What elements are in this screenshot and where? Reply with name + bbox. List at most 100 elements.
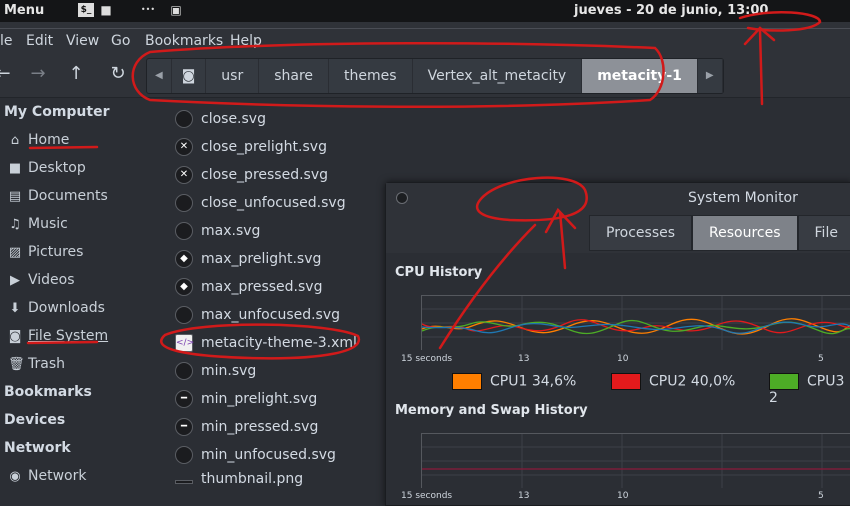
file-item[interactable]: ━ min_pressed.svg bbox=[175, 415, 318, 439]
max-file-icon: ◆ bbox=[175, 250, 193, 268]
file-name: close_prelight.svg bbox=[201, 139, 327, 155]
axis-label-10: 10 bbox=[617, 491, 629, 501]
cpu1-legend: CPU1 34,6% bbox=[452, 373, 576, 390]
memory-graph-svg bbox=[422, 434, 850, 488]
sidebar-item-trash[interactable]: 🗑 Trash bbox=[8, 356, 65, 372]
tab-resources[interactable]: Resources bbox=[692, 215, 798, 251]
file-item[interactable]: ✕ close_prelight.svg bbox=[175, 135, 327, 159]
cpu-history-title: CPU History bbox=[395, 265, 483, 280]
videos-icon: ▶ bbox=[10, 273, 20, 288]
cpu2-legend: CPU2 40,0% bbox=[611, 373, 735, 390]
breadcrumb-vertex[interactable]: Vertex_alt_metacity bbox=[413, 59, 583, 93]
breadcrumb-metacity[interactable]: metacity-1 bbox=[582, 59, 698, 93]
cpu1-color-swatch[interactable] bbox=[452, 373, 482, 390]
breadcrumb-left-arrow[interactable]: ◀ bbox=[147, 59, 172, 93]
cpu1-label: CPU1 34,6% bbox=[490, 373, 577, 390]
back-icon[interactable]: ← bbox=[0, 63, 14, 85]
terminal-icon[interactable]: $_ bbox=[78, 3, 94, 17]
system-monitor-window: System Monitor Processes Resources File … bbox=[385, 182, 850, 506]
close-file-icon: ✕ bbox=[175, 138, 193, 156]
memory-history-title: Memory and Swap History bbox=[395, 403, 588, 418]
cpu-graph-svg bbox=[421, 296, 850, 350]
sidebar-header-my-computer[interactable]: My Computer bbox=[4, 104, 110, 120]
menu-edit[interactable]: Edit bbox=[26, 33, 53, 49]
sidebar-item-pictures[interactable]: ▨ Pictures bbox=[8, 244, 84, 260]
pictures-icon: ▨ bbox=[8, 245, 22, 260]
min-file-icon bbox=[175, 362, 193, 380]
file-item[interactable]: thumbnail.png bbox=[175, 467, 303, 491]
system-monitor-titlebar[interactable]: System Monitor bbox=[386, 183, 850, 213]
file-name: metacity-theme-3.xml bbox=[201, 335, 357, 351]
breadcrumb-themes[interactable]: themes bbox=[329, 59, 413, 93]
sidebar-item-documents[interactable]: ▤ Documents bbox=[8, 188, 108, 204]
menubar: le Edit View Go Bookmarks Help bbox=[0, 29, 850, 53]
breadcrumb-root-icon[interactable]: ◙ bbox=[172, 59, 207, 93]
file-item[interactable]: close.svg bbox=[175, 107, 266, 131]
max-file-icon bbox=[175, 306, 193, 324]
file-name: close_pressed.svg bbox=[201, 167, 329, 183]
sidebar-item-label: Downloads bbox=[28, 300, 105, 316]
menu-help[interactable]: Help bbox=[230, 33, 262, 49]
cpu2-label: CPU2 40,0% bbox=[649, 373, 736, 390]
file-item[interactable]: min_unfocused.svg bbox=[175, 443, 336, 467]
menu-bookmarks[interactable]: Bookmarks bbox=[145, 33, 223, 49]
min-file-icon: ━ bbox=[175, 418, 193, 436]
sidebar: My Computer ⌂ Home ■ Desktop ▤ Documents ♫ M… bbox=[0, 98, 163, 504]
file-item[interactable]: ◆ max_pressed.svg bbox=[175, 275, 322, 299]
trash-icon: 🗑 bbox=[8, 357, 25, 372]
reload-icon[interactable]: ↻ bbox=[107, 63, 129, 85]
cpu-history-graph bbox=[421, 295, 850, 350]
sidebar-item-label: Trash bbox=[28, 356, 65, 372]
forward-icon[interactable]: → bbox=[27, 63, 49, 85]
file-name: thumbnail.png bbox=[201, 471, 304, 487]
sidebar-header-devices[interactable]: Devices bbox=[4, 412, 65, 428]
memory-history-graph bbox=[421, 433, 850, 488]
menu-file[interactable]: le bbox=[0, 33, 13, 49]
up-icon[interactable]: ↑ bbox=[65, 63, 87, 85]
breadcrumb: ◀ ◙ usr share themes Vertex_alt_metacity… bbox=[146, 58, 724, 94]
sidebar-item-network[interactable]: ◉ Network bbox=[8, 468, 86, 484]
sysmon-tabs: Processes Resources File System bbox=[589, 215, 850, 275]
cpu3-legend: CPU3 2 bbox=[769, 373, 850, 406]
sidebar-item-home[interactable]: ⌂ Home bbox=[8, 132, 69, 148]
sidebar-item-downloads[interactable]: ⬇ Downloads bbox=[8, 300, 105, 316]
sidebar-header-network[interactable]: Network bbox=[4, 440, 71, 456]
folder-icon[interactable]: ■ bbox=[98, 3, 114, 17]
tab-processes[interactable]: Processes bbox=[589, 215, 693, 251]
file-name: close.svg bbox=[201, 111, 266, 127]
file-item[interactable]: ✕ close_pressed.svg bbox=[175, 163, 328, 187]
sidebar-item-desktop[interactable]: ■ Desktop bbox=[8, 160, 86, 176]
file-item[interactable]: max.svg bbox=[175, 219, 260, 243]
breadcrumb-right-arrow[interactable]: ▶ bbox=[698, 59, 723, 93]
file-manager-titlebar bbox=[0, 22, 850, 29]
breadcrumb-usr[interactable]: usr bbox=[206, 59, 260, 93]
tab-file-system[interactable]: File System bbox=[797, 215, 850, 275]
breadcrumb-share[interactable]: share bbox=[259, 59, 330, 93]
cpu2-color-swatch[interactable] bbox=[611, 373, 641, 390]
menu-button[interactable]: Menu bbox=[4, 3, 44, 18]
axis-label-5: 5 bbox=[818, 491, 824, 501]
cpu3-color-swatch[interactable] bbox=[769, 373, 799, 390]
window-icon[interactable]: ▣ bbox=[168, 3, 184, 17]
resources-panel: CPU History 15 seconds 13 10 5 CPU1 34,6… bbox=[386, 253, 850, 505]
file-item[interactable]: ━ min_prelight.svg bbox=[175, 387, 317, 411]
file-name: max_prelight.svg bbox=[201, 251, 322, 267]
menu-view[interactable]: View bbox=[66, 33, 99, 49]
sidebar-item-label: Network bbox=[28, 468, 87, 484]
file-item[interactable]: close_unfocused.svg bbox=[175, 191, 346, 215]
clock[interactable]: jueves - 20 de junio, 13:00 bbox=[574, 3, 768, 18]
sidebar-item-videos[interactable]: ▶ Videos bbox=[8, 272, 75, 288]
file-item[interactable]: min.svg bbox=[175, 359, 256, 383]
close-icon[interactable] bbox=[396, 192, 408, 204]
sidebar-item-label: File System bbox=[28, 328, 109, 344]
sidebar-item-music[interactable]: ♫ Music bbox=[8, 216, 68, 232]
sidebar-item-file-system[interactable]: ◙ File System bbox=[8, 328, 108, 344]
window-title: System Monitor bbox=[688, 190, 798, 206]
file-item-selected[interactable]: </> metacity-theme-3.xml bbox=[175, 331, 357, 355]
more-icon[interactable]: ••• bbox=[140, 3, 156, 17]
file-item[interactable]: ◆ max_prelight.svg bbox=[175, 247, 321, 271]
sidebar-header-bookmarks[interactable]: Bookmarks bbox=[4, 384, 92, 400]
close-file-icon bbox=[175, 194, 193, 212]
menu-go[interactable]: Go bbox=[111, 33, 130, 49]
file-item[interactable]: max_unfocused.svg bbox=[175, 303, 340, 327]
